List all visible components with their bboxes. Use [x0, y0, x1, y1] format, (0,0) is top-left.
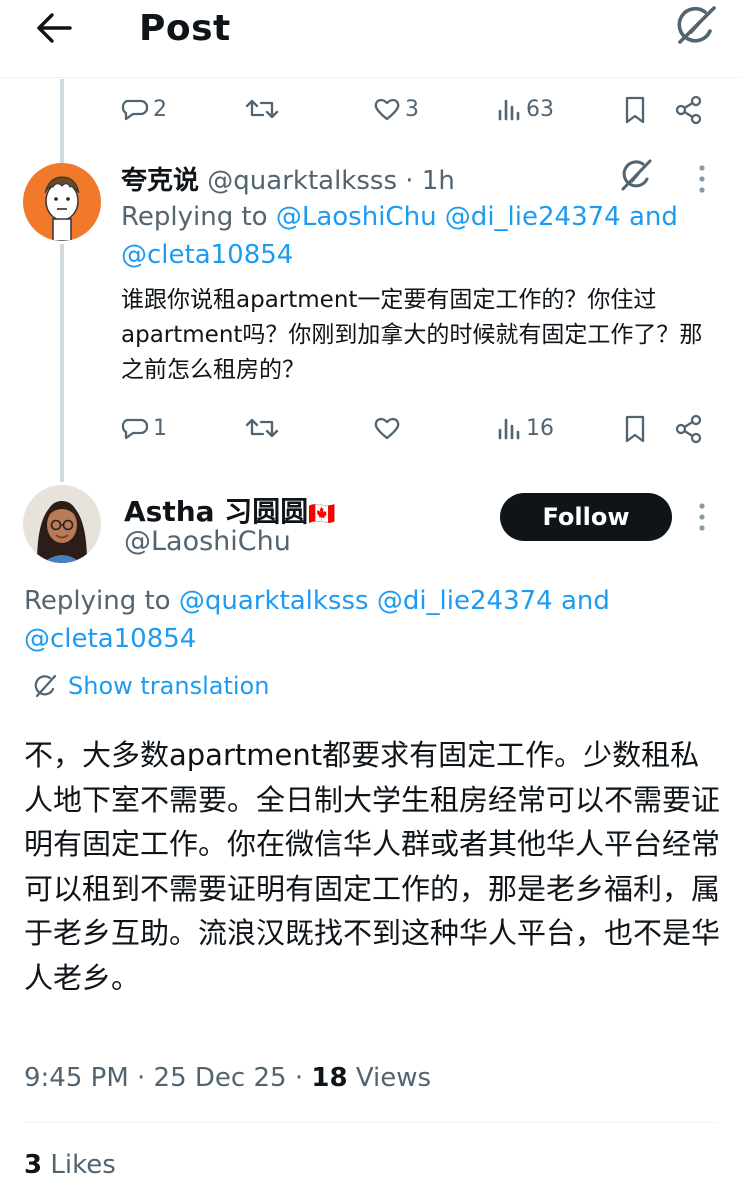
divider: [24, 1122, 717, 1123]
reply-count: 1: [153, 415, 167, 441]
repost-icon: [245, 418, 279, 438]
reply-body: 谁跟你说租apartment一定要有固定工作的？你住过apartment吗？你刚…: [121, 287, 703, 383]
back-button[interactable]: [26, 6, 82, 50]
replying-prefix: Replying to: [24, 586, 171, 616]
canada-flag-icon: 🇨🇦: [308, 502, 336, 527]
more-vertical-icon: [699, 503, 705, 531]
views-action[interactable]: 16: [496, 414, 554, 442]
replying-and[interactable]: and: [629, 202, 678, 232]
author-handle[interactable]: @quarktalksss: [207, 166, 397, 196]
repost-icon: [245, 99, 279, 119]
replying-to: Replying to @LaoshiChu @di_lie24374 and …: [121, 198, 721, 274]
views-action[interactable]: 63: [496, 95, 554, 123]
reply-author-line: 夸克说 @quarktalksss · 1h: [121, 160, 455, 197]
like-count: 3: [405, 96, 419, 122]
avatar-image: [44, 176, 80, 241]
page-title: Post: [139, 8, 231, 49]
replying-prefix: Replying to: [121, 202, 268, 232]
post-time[interactable]: · 1h: [405, 166, 455, 196]
more-button[interactable]: [694, 162, 710, 196]
replying-mention-2[interactable]: @cleta10854: [24, 624, 196, 654]
more-button[interactable]: [694, 500, 710, 534]
more-vertical-icon: [699, 165, 705, 193]
likes-count: 3: [24, 1150, 43, 1180]
heart-icon: [374, 417, 400, 440]
author-handle[interactable]: @LaoshiChu: [124, 526, 291, 557]
post-timestamp[interactable]: 9:45 PM · 25 Dec 25 ·: [24, 1063, 303, 1093]
like-action[interactable]: 3: [373, 95, 419, 123]
grok-icon: [677, 6, 716, 44]
likes-summary[interactable]: 3 Likes: [24, 1150, 116, 1180]
replying-mentions[interactable]: @quarktalksss @di_lie24374: [179, 586, 553, 616]
views-count: 63: [526, 96, 554, 122]
bookmark-icon: [625, 415, 645, 443]
reply-action[interactable]: 1: [121, 414, 167, 442]
views-count: 18: [311, 1063, 348, 1093]
thread-line: [60, 79, 64, 163]
share-icon: [675, 95, 702, 125]
avatar-image: [37, 501, 87, 563]
views-count: 16: [526, 415, 554, 441]
grok-icon: [621, 159, 652, 191]
show-translation-label: Show translation: [68, 672, 270, 700]
author-name[interactable]: Astha 习圆圆: [124, 495, 308, 528]
like-action[interactable]: [373, 414, 401, 442]
author-name-line[interactable]: Astha 习圆圆🇨🇦: [124, 490, 336, 530]
reply-action[interactable]: 2: [121, 95, 167, 123]
repost-action[interactable]: [245, 414, 279, 442]
comment-icon: [121, 99, 149, 121]
avatar[interactable]: [23, 485, 101, 563]
top-bar: [0, 0, 741, 78]
follow-button[interactable]: Follow: [500, 493, 672, 541]
replying-mentions[interactable]: @LaoshiChu @di_lie24374: [276, 202, 621, 232]
views-label: Views: [355, 1063, 432, 1093]
back-arrow-icon: [37, 13, 72, 43]
repost-action[interactable]: [245, 95, 279, 123]
show-translation-button[interactable]: Show translation: [32, 672, 269, 700]
avatar[interactable]: [23, 163, 101, 241]
likes-label: Likes: [50, 1150, 116, 1180]
replying-and[interactable]: and: [561, 586, 610, 616]
share-button[interactable]: [674, 95, 704, 125]
author-name[interactable]: 夸克说: [121, 166, 199, 196]
replying-to: Replying to @quarktalksss @di_lie24374 a…: [24, 582, 724, 658]
post-meta: 9:45 PM · 25 Dec 25 · 18 Views: [24, 1063, 431, 1093]
bookmark-button[interactable]: [622, 414, 648, 444]
share-button[interactable]: [674, 414, 704, 444]
reply-count: 2: [153, 96, 167, 122]
post-body: 不，大多数apartment都要求有固定工作。少数租私人地下室不需要。全日制大学…: [24, 738, 721, 995]
bookmark-button[interactable]: [622, 95, 648, 125]
translate-icon: [34, 674, 57, 698]
thread-line: [60, 244, 64, 482]
grok-button[interactable]: [668, 2, 724, 50]
views-icon: [498, 99, 520, 121]
bookmark-icon: [625, 96, 645, 124]
heart-icon: [374, 98, 400, 121]
views-icon: [498, 418, 520, 440]
comment-icon: [121, 418, 149, 440]
grok-post-button[interactable]: [612, 156, 660, 196]
replying-mention-2[interactable]: @cleta10854: [121, 240, 293, 270]
share-icon: [675, 414, 702, 444]
